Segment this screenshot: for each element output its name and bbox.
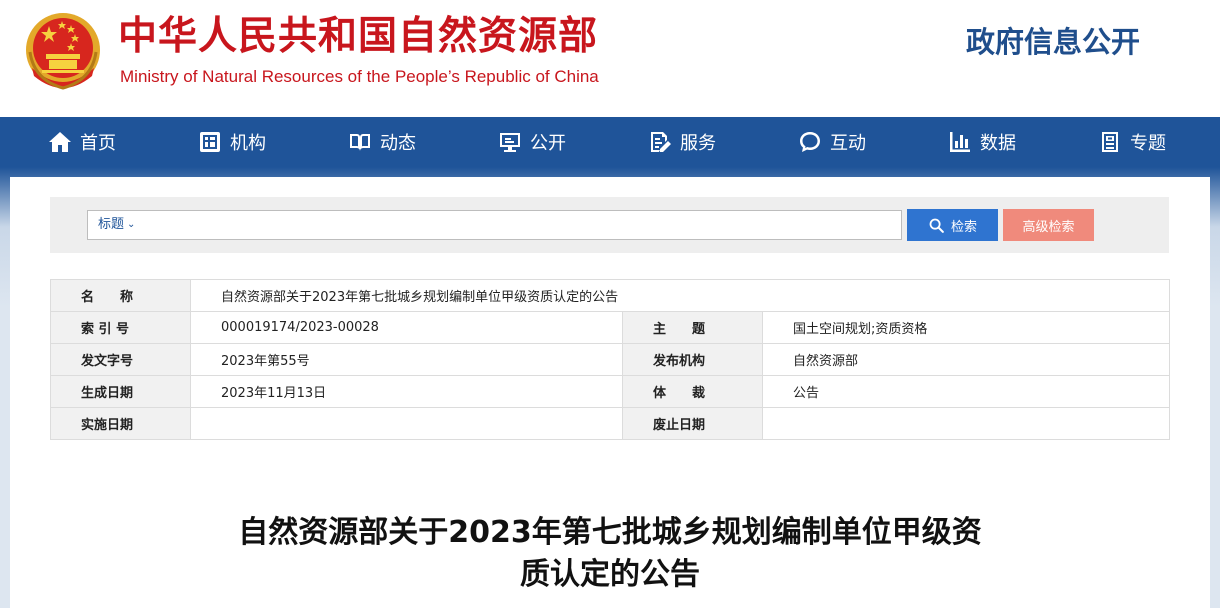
table-row: 发文字号 2023年第55号 发布机构 自然资源部 bbox=[50, 343, 1170, 376]
article-title-line: 质认定的公告 bbox=[520, 557, 700, 592]
search-button-label: 检索 bbox=[950, 218, 977, 234]
advanced-search-label: 高级检索 bbox=[1022, 218, 1075, 234]
nav-item-label: 机构 bbox=[230, 133, 266, 154]
site-title-cn[interactable]: 中华人民共和国自然资源部 bbox=[118, 14, 598, 60]
nav-item-organization[interactable]: 机构 bbox=[198, 117, 266, 167]
created-value: 2023年11月13日 bbox=[190, 375, 623, 408]
nav-item-label: 互动 bbox=[830, 133, 866, 154]
site-header: 中华人民共和国自然资源部 Ministry of Natural Resourc… bbox=[0, 0, 1220, 117]
publisher-label: 发布机构 bbox=[622, 343, 763, 376]
nav-item-services[interactable]: 服务 bbox=[648, 117, 716, 167]
search-type-label: 标题 bbox=[98, 217, 125, 232]
organization-icon bbox=[200, 132, 220, 152]
name-value: 自然资源部关于2023年第七批城乡规划编制单位甲级资质认定的公告 bbox=[190, 279, 1170, 312]
table-row: 索 引 号 000019174/2023-00028 主 题 国土空间规划;资质… bbox=[50, 311, 1170, 344]
advanced-search-button[interactable]: 高级检索 bbox=[1003, 209, 1094, 241]
bar-chart-icon bbox=[950, 132, 970, 152]
edit-document-icon bbox=[651, 132, 671, 152]
nav-item-label: 数据 bbox=[980, 133, 1016, 154]
monitor-icon bbox=[500, 133, 520, 152]
site-title-en: Ministry of Natural Resources of the Peo… bbox=[120, 67, 599, 86]
nav-item-interaction[interactable]: 互动 bbox=[798, 117, 866, 167]
article-title-line: 自然资源部关于2023年第七批城乡规划编制单位甲级资 bbox=[238, 515, 982, 550]
publisher-value: 自然资源部 bbox=[762, 343, 1170, 376]
nav-item-label: 动态 bbox=[380, 133, 416, 154]
table-row: 实施日期 废止日期 bbox=[50, 407, 1170, 440]
table-row: 生成日期 2023年11月13日 体 裁 公告 bbox=[50, 375, 1170, 408]
expiry-label: 废止日期 bbox=[622, 407, 763, 440]
expiry-value bbox=[762, 407, 1170, 440]
table-row: 名 称 自然资源部关于2023年第七批城乡规划编制单位甲级资质认定的公告 bbox=[50, 279, 1170, 312]
national-emblem-icon[interactable] bbox=[22, 10, 104, 94]
genre-value: 公告 bbox=[762, 375, 1170, 408]
search-input[interactable] bbox=[152, 212, 892, 238]
search-icon bbox=[929, 218, 944, 233]
index-value: 000019174/2023-00028 bbox=[190, 311, 623, 344]
nav-item-disclosure[interactable]: 公开 bbox=[498, 117, 566, 167]
main-nav: 首页 机构 动态 公开 服务 互动 数据 专题 bbox=[0, 117, 1220, 167]
name-label: 名 称 bbox=[50, 279, 191, 312]
docno-label: 发文字号 bbox=[50, 343, 191, 376]
nav-item-label: 首页 bbox=[80, 133, 116, 154]
nav-item-news[interactable]: 动态 bbox=[348, 117, 416, 167]
portal-title[interactable]: 政府信息公开 bbox=[966, 24, 1140, 60]
search-button[interactable]: 检索 bbox=[907, 209, 998, 241]
nav-item-data[interactable]: 数据 bbox=[948, 117, 1016, 167]
subject-value: 国土空间规划;资质资格 bbox=[762, 311, 1170, 344]
newspaper-icon bbox=[1102, 132, 1118, 152]
effective-label: 实施日期 bbox=[50, 407, 191, 440]
genre-label: 体 裁 bbox=[622, 375, 763, 408]
index-label: 索 引 号 bbox=[50, 311, 191, 344]
home-icon bbox=[49, 132, 71, 152]
nav-item-home[interactable]: 首页 bbox=[48, 117, 116, 167]
nav-item-label: 服务 bbox=[680, 133, 716, 154]
nav-item-label: 专题 bbox=[1130, 133, 1166, 154]
created-label: 生成日期 bbox=[50, 375, 191, 408]
docno-value: 2023年第55号 bbox=[190, 343, 623, 376]
nav-item-topics[interactable]: 专题 bbox=[1098, 117, 1166, 167]
subject-label: 主 题 bbox=[622, 311, 763, 344]
document-info-table: 名 称 自然资源部关于2023年第七批城乡规划编制单位甲级资质认定的公告 索 引… bbox=[50, 279, 1170, 440]
article-title: 自然资源部关于2023年第七批城乡规划编制单位甲级资 质认定的公告 bbox=[200, 512, 1020, 596]
book-icon bbox=[350, 134, 370, 151]
search-type-select[interactable]: 标题 ⌄ bbox=[98, 212, 135, 238]
nav-item-label: 公开 bbox=[530, 133, 566, 154]
chat-icon bbox=[800, 132, 820, 152]
effective-value bbox=[190, 407, 623, 440]
chevron-down-icon: ⌄ bbox=[127, 219, 136, 230]
